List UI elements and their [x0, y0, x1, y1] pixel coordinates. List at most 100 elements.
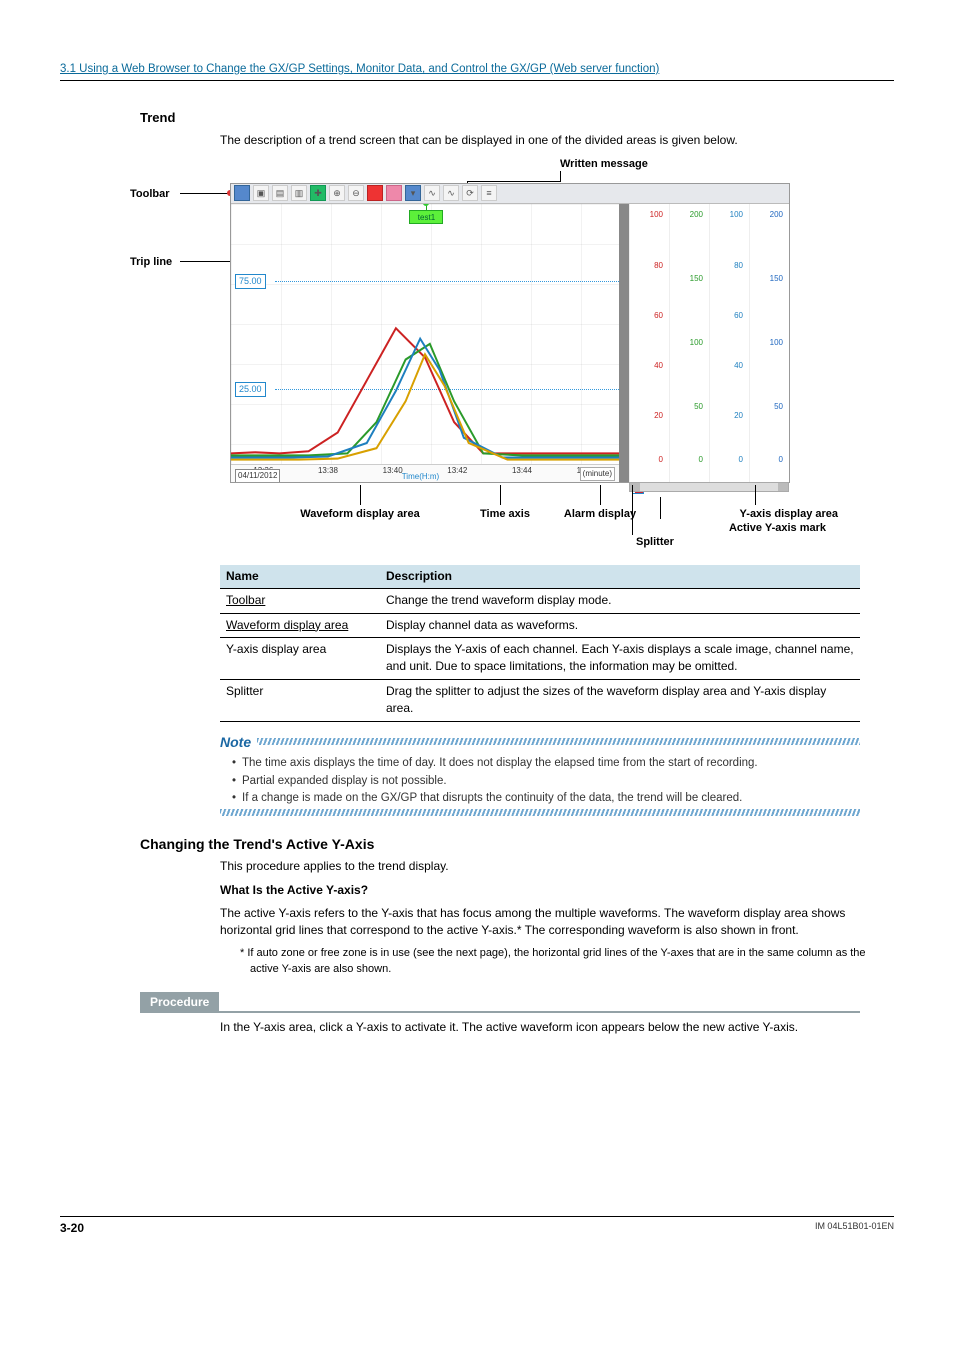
- toolbar-button[interactable]: ▣: [253, 185, 269, 201]
- x-tick: 13:44: [512, 465, 532, 482]
- toolbar-button[interactable]: ⊕: [329, 185, 345, 201]
- changing-footnote: * If auto zone or free zone is in use (s…: [250, 946, 894, 978]
- y-axis-column[interactable]: 100 80 60 40 20 0: [629, 204, 669, 482]
- waveforms: [231, 297, 619, 464]
- y-tick: 50: [774, 401, 783, 413]
- procedure-text: In the Y-axis area, click a Y-axis to ac…: [220, 1019, 894, 1036]
- label-time-axis: Time axis: [465, 507, 545, 523]
- table-cell-desc: Display channel data as waveforms.: [380, 613, 860, 637]
- y-tick: 100: [690, 337, 703, 349]
- leader-line: [467, 181, 561, 182]
- x-tick: 13:42: [447, 465, 467, 482]
- procedure-bar: Procedure: [140, 992, 860, 1013]
- toolbar-button[interactable]: ▥: [291, 185, 307, 201]
- procedure-line: [219, 992, 860, 1013]
- toolbar-button[interactable]: ≡: [481, 185, 497, 201]
- y-tick: 40: [654, 360, 663, 372]
- y-axis-column[interactable]: 200 150 100 50 0: [749, 204, 789, 482]
- trend-diagram: Toolbar Trip line Written message ▣ ▤ ▥ …: [130, 157, 810, 547]
- y-tick: 60: [734, 310, 743, 322]
- table-row: Y-axis display area Displays the Y-axis …: [220, 638, 860, 680]
- toolbar-button[interactable]: ⊖: [348, 185, 364, 201]
- y-tick: 150: [690, 273, 703, 285]
- y-tick: 0: [739, 454, 743, 466]
- note-stripe: [220, 809, 860, 816]
- leader-line: [180, 261, 235, 262]
- table-cell-name: Y-axis display area: [220, 638, 380, 680]
- toolbar-button[interactable]: ▾: [405, 185, 421, 201]
- time-axis-label: Time(H:m): [402, 471, 439, 482]
- written-message-marker[interactable]: test1: [409, 210, 443, 224]
- toolbar-button[interactable]: ✚: [310, 185, 326, 201]
- trip-line: [275, 281, 619, 282]
- y-tick: 200: [770, 209, 783, 221]
- trend-intro: The description of a trend screen that c…: [220, 132, 894, 149]
- time-axis-date: 04/11/2012: [235, 469, 280, 482]
- waveform-display-area[interactable]: test1 75.00 25.00 13:36 13:38 13:40: [231, 204, 623, 482]
- description-table: Name Description Toolbar Change the tren…: [220, 565, 860, 722]
- leader-line: [600, 485, 601, 505]
- y-tick: 100: [650, 209, 663, 221]
- y-axis-column[interactable]: 100 80 60 40 20 0: [709, 204, 749, 482]
- table-cell-name: Waveform display area: [220, 613, 380, 637]
- toolbar-button[interactable]: ⟳: [462, 185, 478, 201]
- y-tick: 0: [779, 454, 783, 466]
- table-cell-desc: Change the trend waveform display mode.: [380, 589, 860, 613]
- table-row: Waveform display area Display channel da…: [220, 613, 860, 637]
- y-tick: 20: [734, 410, 743, 422]
- y-tick: 100: [770, 337, 783, 349]
- y-tick: 60: [654, 310, 663, 322]
- table-header-desc: Description: [380, 565, 860, 589]
- changing-heading: Changing the Trend's Active Y-Axis: [140, 834, 894, 854]
- leader-line: [632, 485, 633, 535]
- table-cell-desc: Displays the Y-axis of each channel. Eac…: [380, 638, 860, 680]
- toolbar-button[interactable]: [386, 185, 402, 201]
- table-cell-desc: Drag the splitter to adjust the sizes of…: [380, 679, 860, 721]
- label-alarm-display: Alarm display: [550, 507, 650, 523]
- label-toolbar: Toolbar: [130, 187, 170, 203]
- toolbar-button[interactable]: ∿: [443, 185, 459, 201]
- toolbar-button[interactable]: ∿: [424, 185, 440, 201]
- y-tick: 80: [654, 260, 663, 272]
- label-splitter: Splitter: [636, 535, 706, 551]
- leader-line: [180, 193, 230, 194]
- trend-heading: Trend: [140, 109, 894, 128]
- chart-toolbar[interactable]: ▣ ▤ ▥ ✚ ⊕ ⊖ ▾ ∿ ∿ ⟳ ≡: [231, 184, 789, 204]
- y-tick: 100: [730, 209, 743, 221]
- header-link[interactable]: 3.1 Using a Web Browser to Change the GX…: [60, 63, 659, 75]
- note-item: If a change is made on the GX/GP that di…: [232, 790, 860, 807]
- y-tick: 80: [734, 260, 743, 272]
- procedure-label: Procedure: [140, 992, 219, 1013]
- toolbar-button[interactable]: ▤: [272, 185, 288, 201]
- page-footer: 3-20 IM 04L51B01-01EN: [60, 1216, 894, 1237]
- table-cell-name: Splitter: [220, 679, 380, 721]
- y-tick: 40: [734, 360, 743, 372]
- time-axis: 13:36 13:38 13:40 13:42 13:44 13:46 (min…: [231, 464, 619, 482]
- leader-line: [660, 497, 661, 519]
- table-row: Splitter Drag the splitter to adjust the…: [220, 679, 860, 721]
- scroll-right-arrow[interactable]: [778, 483, 788, 491]
- leader-line: [755, 485, 756, 505]
- changing-subhead: What Is the Active Y-axis?: [220, 882, 894, 899]
- note-stripe: [257, 738, 860, 745]
- y-tick: 200: [690, 209, 703, 221]
- trip-line-value: 75.00: [235, 274, 266, 289]
- changing-line1: This procedure applies to the trend disp…: [220, 858, 894, 875]
- note-box: Note The time axis displays the time of …: [220, 732, 860, 816]
- chart-body: test1 75.00 25.00 13:36 13:38 13:40: [231, 204, 789, 482]
- y-axis-display-area[interactable]: 100 80 60 40 20 0 200 150 100 50 0 100: [629, 204, 789, 482]
- toolbar-button[interactable]: [234, 185, 250, 201]
- toolbar-button[interactable]: [367, 185, 383, 201]
- y-tick: 50: [694, 401, 703, 413]
- y-tick: 0: [659, 454, 663, 466]
- y-axis-column[interactable]: 200 150 100 50 0: [669, 204, 709, 482]
- y-axis-scrollbar[interactable]: [629, 482, 789, 492]
- table-header-name: Name: [220, 565, 380, 589]
- document-id: IM 04L51B01-01EN: [815, 1220, 894, 1237]
- y-tick: 20: [654, 410, 663, 422]
- table-cell-name: Toolbar: [220, 589, 380, 613]
- note-item: The time axis displays the time of day. …: [232, 755, 860, 772]
- leader-line: [500, 485, 501, 505]
- page-header: 3.1 Using a Web Browser to Change the GX…: [60, 60, 894, 81]
- label-written-message: Written message: [560, 157, 648, 173]
